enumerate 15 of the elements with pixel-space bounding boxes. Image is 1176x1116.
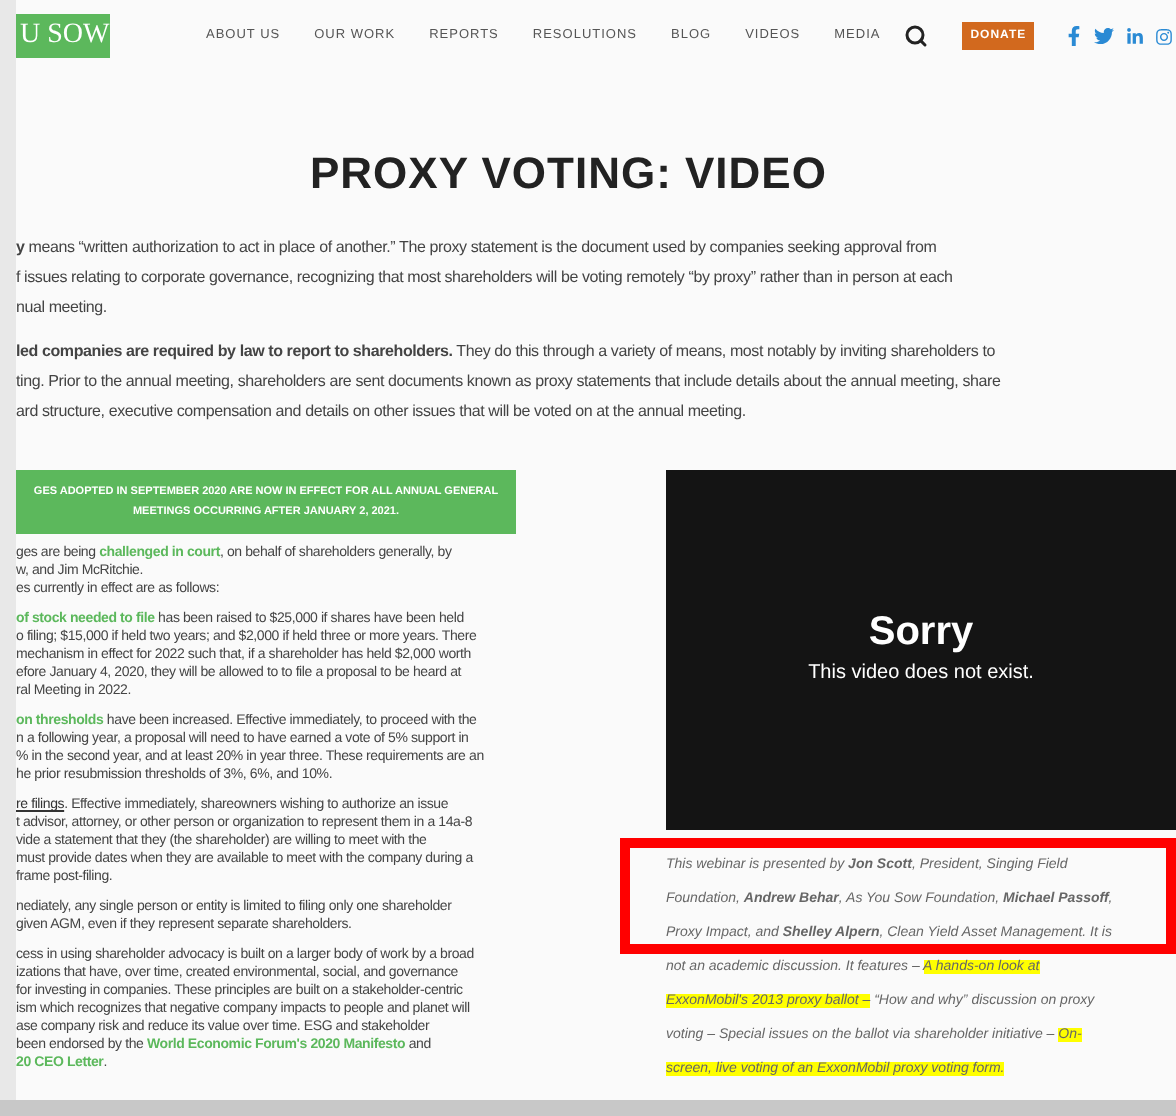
linkedin-icon[interactable]	[1126, 27, 1145, 45]
page-title: PROXY VOTING: VIDEO	[310, 152, 829, 196]
body-text: y means “written authorization to act in place of another.” The proxy statement is the document used by companies seeking approval from	[16, 236, 939, 260]
facebook-icon[interactable]	[1066, 26, 1083, 46]
body-text: nual meeting.	[16, 296, 109, 320]
video-error-heading: Sorry	[868, 612, 974, 652]
search-icon[interactable]	[904, 24, 929, 48]
video-player[interactable]: Sorry This video does not exist.	[666, 470, 1176, 830]
body-text: f issues relating to corporate governance, recognizing that most shareholders will be voting remotely “by proxy” rather than in person at each	[16, 266, 955, 290]
body-text: ting. Prior to the annual meeting, shareholders are sent documents known as proxy statements that include details about the annual meeting, share	[16, 370, 1003, 394]
body-text: ard structure, executive compensation and details on other issues that will be voted on at the annual meeting.	[16, 400, 748, 424]
instagram-icon[interactable]	[1156, 27, 1173, 45]
body-text: led companies are required by law to report to shareholders. They do this through a variety of means, most notably by inviting shareholders to	[16, 340, 997, 364]
twitter-icon[interactable]	[1094, 26, 1115, 46]
video-error-message: This video does not exist.	[808, 660, 1034, 688]
